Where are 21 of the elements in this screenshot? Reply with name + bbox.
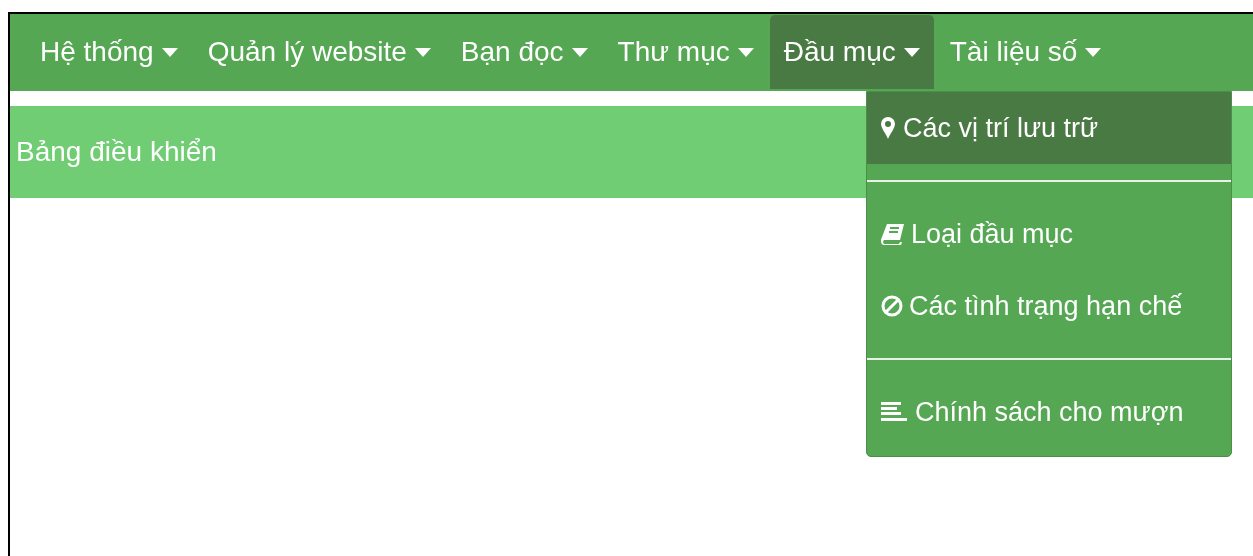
- nav-menu[interactable]: Bạn đọc: [446, 15, 602, 89]
- ban-icon: [881, 295, 903, 317]
- menu-item[interactable]: Các tình trạng hạn chế: [867, 270, 1231, 342]
- page-title: Bảng điều khiển: [16, 135, 217, 169]
- menu-item[interactable]: Loại đầu mục: [867, 198, 1231, 270]
- book-icon: [881, 223, 905, 245]
- nav-menu[interactable]: Đầu mục: [769, 15, 934, 89]
- menu-item[interactable]: Các vị trí lưu trữ: [867, 92, 1231, 164]
- nav-menu[interactable]: Tài liệu số: [935, 15, 1116, 89]
- align-left-icon: [881, 402, 907, 422]
- nav-menu[interactable]: Hệ thống: [26, 15, 192, 89]
- nav-menu[interactable]: Quản lý website: [193, 15, 445, 89]
- caret-icon: [737, 47, 754, 57]
- caret-icon: [414, 47, 431, 57]
- caret-icon: [571, 47, 588, 57]
- caret-icon: [161, 47, 178, 57]
- nav-menu[interactable]: Thư mục: [603, 15, 768, 89]
- caret-icon: [903, 47, 920, 57]
- menu-item[interactable]: Chính sách cho mượn: [867, 376, 1231, 448]
- map-pin-icon: [881, 117, 895, 139]
- caret-icon: [1085, 47, 1102, 57]
